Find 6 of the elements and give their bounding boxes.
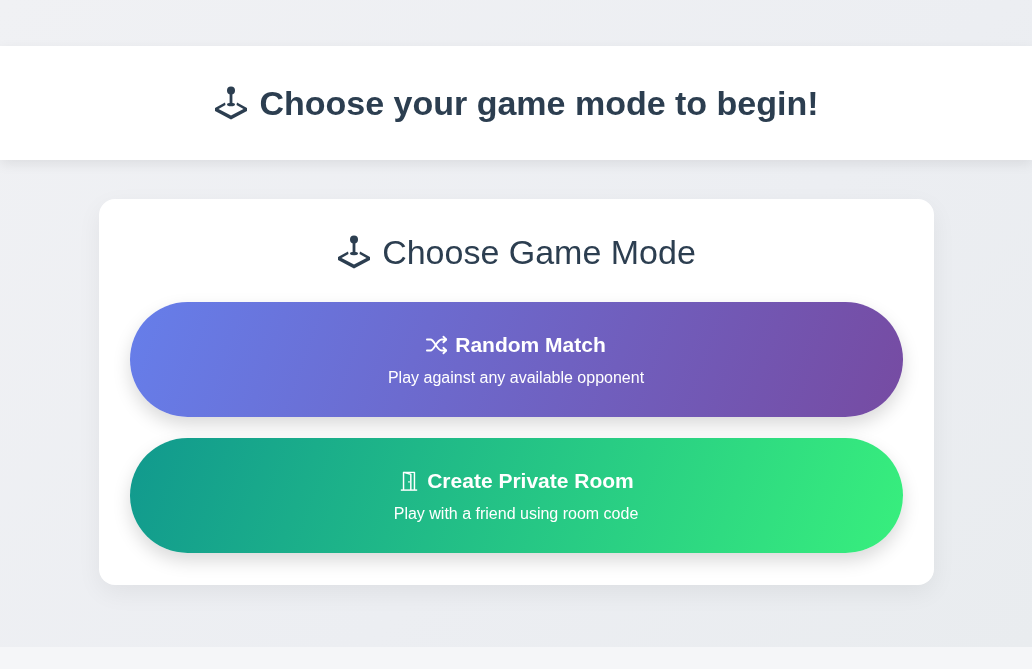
joystick-icon <box>213 86 250 120</box>
random-match-button[interactable]: Random Match Play against any available opponent <box>129 302 903 417</box>
page-title: Choose your game mode to begin! <box>259 83 819 123</box>
panel-title: Choose Game Mode <box>382 232 696 272</box>
joystick-icon <box>336 235 373 269</box>
shuffle-icon <box>426 334 449 355</box>
